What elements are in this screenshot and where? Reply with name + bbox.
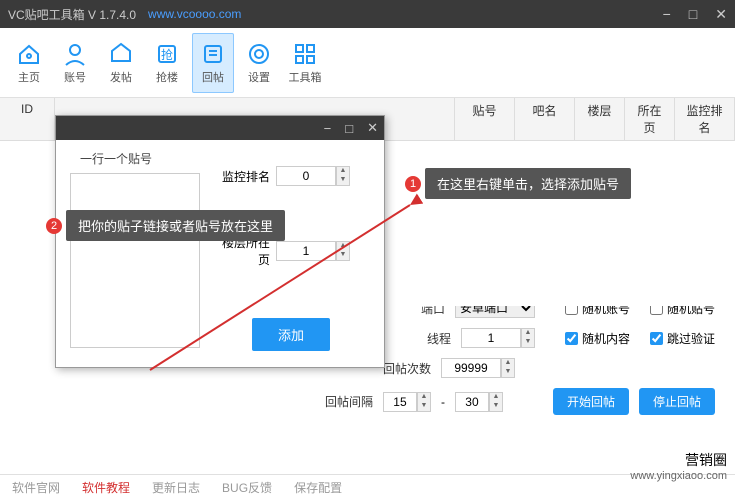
footer-tutorial[interactable]: 软件教程 <box>82 479 130 496</box>
grab-icon: 抢 <box>154 41 180 67</box>
nav-grab-label: 抢楼 <box>156 69 178 85</box>
footer-save[interactable]: 保存配置 <box>294 479 342 496</box>
callout-1-badge: 1 <box>405 176 421 192</box>
rank-spinner[interactable]: ▲▼ <box>276 166 350 186</box>
nav-grab[interactable]: 抢 抢楼 <box>146 33 188 93</box>
start-button[interactable]: 开始回帖 <box>553 388 629 415</box>
callout-2: 把你的贴子链接或者贴号放在这里 <box>66 210 285 241</box>
grid-icon <box>292 41 318 67</box>
add-button[interactable]: 添加 <box>252 318 330 351</box>
dialog-header-text: 一行一个贴号 <box>80 150 200 167</box>
nav-settings-label: 设置 <box>248 69 270 85</box>
nav-home-label: 主页 <box>18 69 40 85</box>
nav-home[interactable]: 主页 <box>8 33 50 93</box>
interval-max-spinner[interactable]: ▲▼ <box>455 392 503 412</box>
nav-toolbox[interactable]: 工具箱 <box>284 33 326 93</box>
reply-icon <box>200 41 226 67</box>
minimize-icon[interactable]: − <box>663 6 671 23</box>
floor-spinner[interactable]: ▲▼ <box>276 241 350 261</box>
window-controls: − □ ✕ <box>663 6 727 23</box>
col-page[interactable]: 所在页 <box>625 98 675 140</box>
interval-min-spinner[interactable]: ▲▼ <box>383 392 431 412</box>
footer-official[interactable]: 软件官网 <box>12 479 60 496</box>
callout-2-text: 把你的贴子链接或者贴号放在这里 <box>78 216 273 235</box>
nav-toolbox-label: 工具箱 <box>289 69 322 85</box>
dialog-maximize-icon[interactable]: □ <box>345 121 353 136</box>
nav-account-label: 账号 <box>64 69 86 85</box>
interval-dash: - <box>441 395 445 409</box>
chk-skip-verify[interactable]: 跳过验证 <box>650 330 715 347</box>
tie-input-textarea[interactable] <box>70 173 200 348</box>
count-label: 回帖次数 <box>383 360 431 377</box>
callout-1: 在这里右键单击，选择添加贴号 <box>425 168 631 199</box>
dialog-close-icon[interactable]: ✕ <box>367 120 378 136</box>
col-louceng[interactable]: 楼层 <box>575 98 625 140</box>
nav-reply-label: 回帖 <box>202 69 224 85</box>
callout-1-text: 在这里右键单击，选择添加贴号 <box>437 174 619 193</box>
footer: 软件官网 软件教程 更新日志 BUG反馈 保存配置 <box>0 474 735 500</box>
thread-spinner[interactable]: ▲▼ <box>461 328 535 348</box>
nav-post[interactable]: 发帖 <box>100 33 142 93</box>
add-dialog: − □ ✕ 一行一个贴号 监控排名 ▲▼ 楼层所在页 ▲▼ 添加 <box>55 115 385 368</box>
watermark: 营销圈 www.yingxiaoo.com <box>630 450 727 482</box>
stop-button[interactable]: 停止回帖 <box>639 388 715 415</box>
dialog-titlebar[interactable]: − □ ✕ <box>56 116 384 140</box>
home-icon <box>16 41 42 67</box>
post-icon <box>108 41 134 67</box>
toolbar: 主页 账号 发帖 抢 抢楼 回帖 设置 工具箱 <box>0 28 735 98</box>
svg-text:抢: 抢 <box>161 47 173 62</box>
user-icon <box>62 41 88 67</box>
nav-account[interactable]: 账号 <box>54 33 96 93</box>
col-baming[interactable]: 吧名 <box>515 98 575 140</box>
nav-post-label: 发帖 <box>110 69 132 85</box>
app-title: VC贴吧工具箱 V 1.7.4.0 <box>8 6 136 23</box>
dialog-minimize-icon[interactable]: − <box>324 121 332 136</box>
app-url[interactable]: www.vcoooo.com <box>148 7 241 21</box>
col-monitor[interactable]: 监控排名 <box>675 98 735 140</box>
interval-label: 回帖间隔 <box>325 393 373 410</box>
close-icon[interactable]: ✕ <box>715 6 727 23</box>
col-id[interactable]: ID <box>0 98 55 140</box>
chk-random-content[interactable]: 随机内容 <box>565 330 630 347</box>
titlebar: VC贴吧工具箱 V 1.7.4.0 www.vcoooo.com − □ ✕ <box>0 0 735 28</box>
col-tiehao[interactable]: 贴号 <box>455 98 515 140</box>
gear-icon <box>246 41 272 67</box>
thread-label: 线程 <box>427 330 451 347</box>
footer-feedback[interactable]: BUG反馈 <box>222 479 272 496</box>
nav-settings[interactable]: 设置 <box>238 33 280 93</box>
callout-2-badge: 2 <box>46 218 62 234</box>
count-spinner[interactable]: ▲▼ <box>441 358 515 378</box>
nav-reply[interactable]: 回帖 <box>192 33 234 93</box>
footer-changelog[interactable]: 更新日志 <box>152 479 200 496</box>
rank-label: 监控排名 <box>212 168 270 185</box>
maximize-icon[interactable]: □ <box>689 6 697 23</box>
